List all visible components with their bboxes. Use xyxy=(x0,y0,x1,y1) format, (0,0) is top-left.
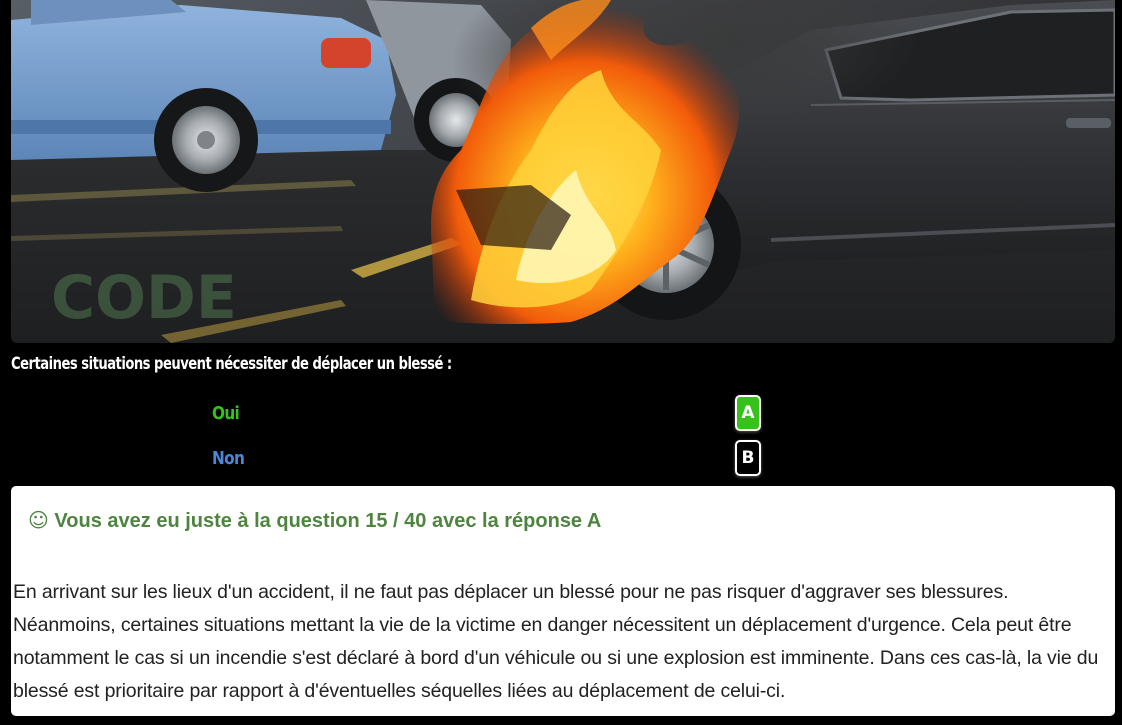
watermark-logo: CODE xyxy=(51,263,237,333)
answer-a-key-button[interactable]: A xyxy=(735,395,761,431)
result-title-text: Vous avez eu juste à la question 15 / 40… xyxy=(54,510,602,532)
answer-b-key-button[interactable]: B xyxy=(735,440,761,476)
answer-option-a[interactable]: Oui A xyxy=(0,393,1122,433)
burning-car-image: CODE xyxy=(11,0,1115,343)
svg-text:CODE: CODE xyxy=(51,263,237,333)
answer-b-label: Non xyxy=(212,448,245,469)
smiley-icon: ☺ xyxy=(28,508,49,532)
question-photo: CODE xyxy=(11,0,1115,343)
answer-a-label: Oui xyxy=(212,403,240,424)
explanation-text: En arrivant sur les lieux d'un accident,… xyxy=(13,581,1099,702)
answer-option-b[interactable]: Non B xyxy=(0,438,1122,478)
result-title: ☺ Vous avez eu juste à la question 15 / … xyxy=(28,508,601,533)
quiz-page: CODE Certaines situations peuvent nécess… xyxy=(0,0,1122,725)
question-text: Certaines situations peuvent nécessiter … xyxy=(11,354,452,374)
result-card: ☺ Vous avez eu juste à la question 15 / … xyxy=(11,486,1115,716)
